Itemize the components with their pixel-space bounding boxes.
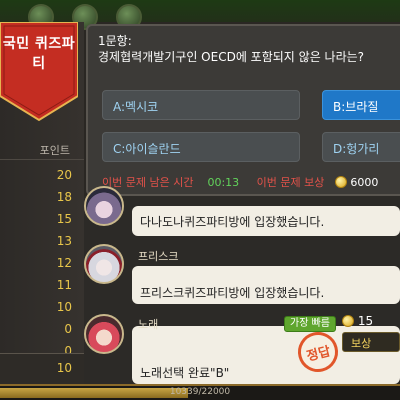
my-score-value: 10 <box>56 361 72 375</box>
question-number: 1문항: <box>98 34 132 48</box>
avatar-icon <box>84 244 124 284</box>
score-value: 18 <box>56 190 72 204</box>
room-title: 국민 퀴즈파 티 <box>0 34 78 74</box>
fastest-badge: 가장 빠름 <box>284 316 336 332</box>
avatar-icon <box>84 314 124 354</box>
reward-value: 6000 <box>350 176 379 189</box>
reward-badge: 보상 <box>342 332 400 352</box>
chat-user-name: 노래 <box>138 318 159 331</box>
score-value: 11 <box>56 278 72 292</box>
chat-user-name: 프리스크 <box>138 250 179 263</box>
time-value: 00:13 <box>207 176 240 189</box>
fastest-points-value: 15 <box>357 314 374 328</box>
xp-bar: 10339/22000 <box>0 384 400 400</box>
score-value: 10 <box>56 300 72 314</box>
option-c-button[interactable]: C:아이슬란드 <box>102 132 300 162</box>
ranking-panel: 국민 퀴즈파 티 포인트 20 18 15 13 12 11 10 0 0 10 <box>0 22 84 384</box>
coin-icon <box>342 315 354 327</box>
score-value: 0 <box>64 322 72 336</box>
points-header-label: 포인트 <box>39 144 70 157</box>
chat-message-text: 노래선택 완료"B" <box>140 366 230 380</box>
avatar-icon <box>84 186 124 226</box>
question-panel: 1문항: 경제협력개발기구인 OECD에 포함되지 않은 나라는? A:멕시코 … <box>86 24 400 196</box>
chat-bubble: 프리스크퀴즈파티방에 입장했습니다. <box>132 266 400 304</box>
score-value: 13 <box>56 234 72 248</box>
xp-text: 10339/22000 <box>169 387 231 397</box>
top-icon-strip <box>0 0 400 30</box>
my-score-row: 10 <box>0 353 84 384</box>
score-value: 20 <box>56 168 72 182</box>
option-a-button[interactable]: A:멕시코 <box>102 90 300 120</box>
fastest-points: 15 <box>342 314 373 328</box>
room-title-line2: 티 <box>32 56 46 72</box>
question-text: 경제협력개발기구인 OECD에 포함되지 않은 나라는? <box>98 50 365 64</box>
option-d-button[interactable]: D:헝가리 <box>322 132 400 162</box>
chat-message-text: 다나도나퀴즈파티방에 입장했습니다. <box>140 215 325 229</box>
reward-label: 이번 문제 보상 <box>256 176 325 189</box>
points-header: 포인트 <box>0 140 84 160</box>
coin-icon <box>334 176 347 188</box>
score-value: 15 <box>56 212 72 226</box>
question-info-row: 이번 문제 남은 시간 00:13 이번 문제 보상 6000 <box>102 174 378 190</box>
chat-bubble: 다나도나퀴즈파티방에 입장했습니다. <box>132 206 400 236</box>
quiz-party-screen: 국민 퀴즈파 티 포인트 20 18 15 13 12 11 10 0 0 10… <box>0 0 400 400</box>
score-value: 12 <box>56 256 72 270</box>
chat-message-text: 프리스크퀴즈파티방에 입장했습니다. <box>140 286 325 300</box>
option-b-button[interactable]: B:브라질 <box>322 90 400 120</box>
time-label: 이번 문제 남은 시간 <box>102 176 194 189</box>
chat-log[interactable]: 다나도나퀴즈파티방에 입장했습니다. 프리스크퀴즈파티방에 입장했습니다. 프리… <box>84 186 400 384</box>
room-title-line1: 국민 퀴즈파 <box>2 36 76 52</box>
